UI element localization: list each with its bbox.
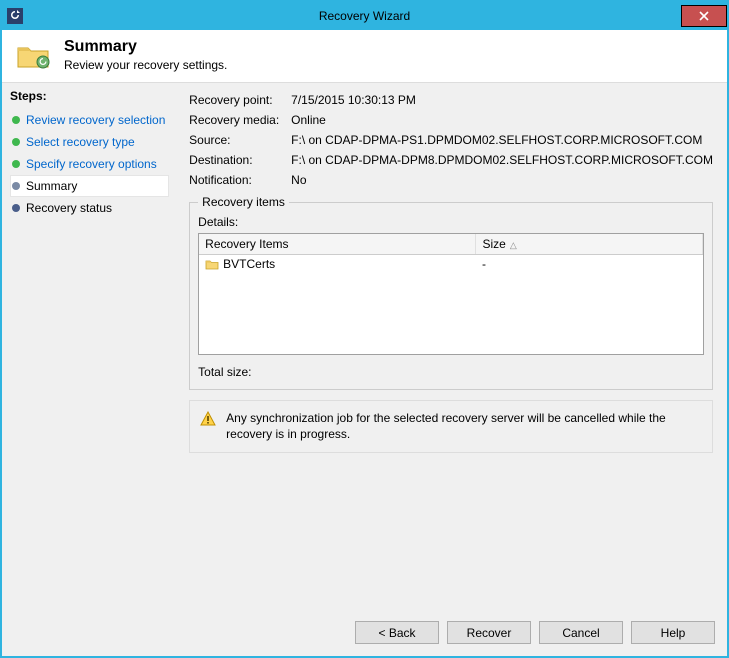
item-size: - xyxy=(476,255,703,274)
recovery-wizard-window: Recovery Wizard Summary Review your reco… xyxy=(0,0,729,658)
step-bullet-current-icon xyxy=(12,182,20,190)
table-row[interactable]: BVTCerts - xyxy=(199,255,702,274)
recovery-point-label: Recovery point: xyxy=(189,93,285,107)
recovery-point-value: 7/15/2015 10:30:13 PM xyxy=(291,93,713,107)
warning-panel: Any synchronization job for the selected… xyxy=(189,400,713,453)
recovery-items-table[interactable]: Recovery Items Size △ xyxy=(198,233,704,355)
sort-asc-icon: △ xyxy=(510,240,517,250)
source-value: F:\ on CDAP-DPMA-PS1.DPMDOM02.SELFHOST.C… xyxy=(291,133,713,147)
step-bullet-done-icon xyxy=(12,160,20,168)
help-button[interactable]: Help xyxy=(631,621,715,644)
close-button[interactable] xyxy=(681,5,727,27)
details-label: Details: xyxy=(198,215,704,229)
wizard-body: Steps: Review recovery selection Select … xyxy=(2,82,727,611)
app-icon xyxy=(6,7,24,25)
warning-icon xyxy=(200,411,216,432)
summary-fields: Recovery point: 7/15/2015 10:30:13 PM Re… xyxy=(189,93,713,187)
recovery-items-legend: Recovery items xyxy=(198,195,289,209)
step-recovery-status[interactable]: Recovery status xyxy=(10,197,169,219)
wizard-buttons: < Back Recover Cancel Help xyxy=(2,611,727,656)
folder-icon xyxy=(205,258,219,270)
step-summary[interactable]: Summary xyxy=(10,175,169,197)
steps-sidebar: Steps: Review recovery selection Select … xyxy=(2,83,175,611)
step-bullet-pending-icon xyxy=(12,204,20,212)
source-label: Source: xyxy=(189,133,285,147)
recovery-media-value: Online xyxy=(291,113,713,127)
step-bullet-done-icon xyxy=(12,116,20,124)
step-review-recovery-selection[interactable]: Review recovery selection xyxy=(10,109,169,131)
page-subtitle: Review your recovery settings. xyxy=(64,58,227,72)
step-label: Summary xyxy=(26,179,77,193)
recovery-media-label: Recovery media: xyxy=(189,113,285,127)
recovery-folder-icon xyxy=(16,42,52,70)
warning-text: Any synchronization job for the selected… xyxy=(226,411,702,442)
destination-value: F:\ on CDAP-DPMA-DPM8.DPMDOM02.SELFHOST.… xyxy=(291,153,713,167)
recovery-items-group: Recovery items Details: Recovery Items S… xyxy=(189,195,713,390)
column-header-name-label: Recovery Items xyxy=(205,237,288,251)
column-header-size[interactable]: Size △ xyxy=(476,234,703,255)
summary-content: Recovery point: 7/15/2015 10:30:13 PM Re… xyxy=(175,83,727,611)
destination-label: Destination: xyxy=(189,153,285,167)
titlebar: Recovery Wizard xyxy=(2,2,727,30)
back-button[interactable]: < Back xyxy=(355,621,439,644)
column-header-name[interactable]: Recovery Items xyxy=(199,234,476,255)
close-icon xyxy=(699,11,709,21)
wizard-header: Summary Review your recovery settings. xyxy=(2,30,727,82)
step-label: Specify recovery options xyxy=(26,157,157,171)
step-label: Select recovery type xyxy=(26,135,135,149)
recover-button[interactable]: Recover xyxy=(447,621,531,644)
step-bullet-done-icon xyxy=(12,138,20,146)
step-select-recovery-type[interactable]: Select recovery type xyxy=(10,131,169,153)
step-label: Review recovery selection xyxy=(26,113,165,127)
cancel-button[interactable]: Cancel xyxy=(539,621,623,644)
total-size-label: Total size: xyxy=(198,365,251,379)
notification-label: Notification: xyxy=(189,173,285,187)
step-label: Recovery status xyxy=(26,201,112,215)
step-specify-recovery-options[interactable]: Specify recovery options xyxy=(10,153,169,175)
total-size: Total size: xyxy=(198,365,704,379)
window-title: Recovery Wizard xyxy=(2,9,727,23)
page-title: Summary xyxy=(64,38,227,56)
steps-heading: Steps: xyxy=(10,89,169,103)
notification-value: No xyxy=(291,173,713,187)
column-header-size-label: Size xyxy=(482,237,505,251)
item-name: BVTCerts xyxy=(223,257,275,271)
